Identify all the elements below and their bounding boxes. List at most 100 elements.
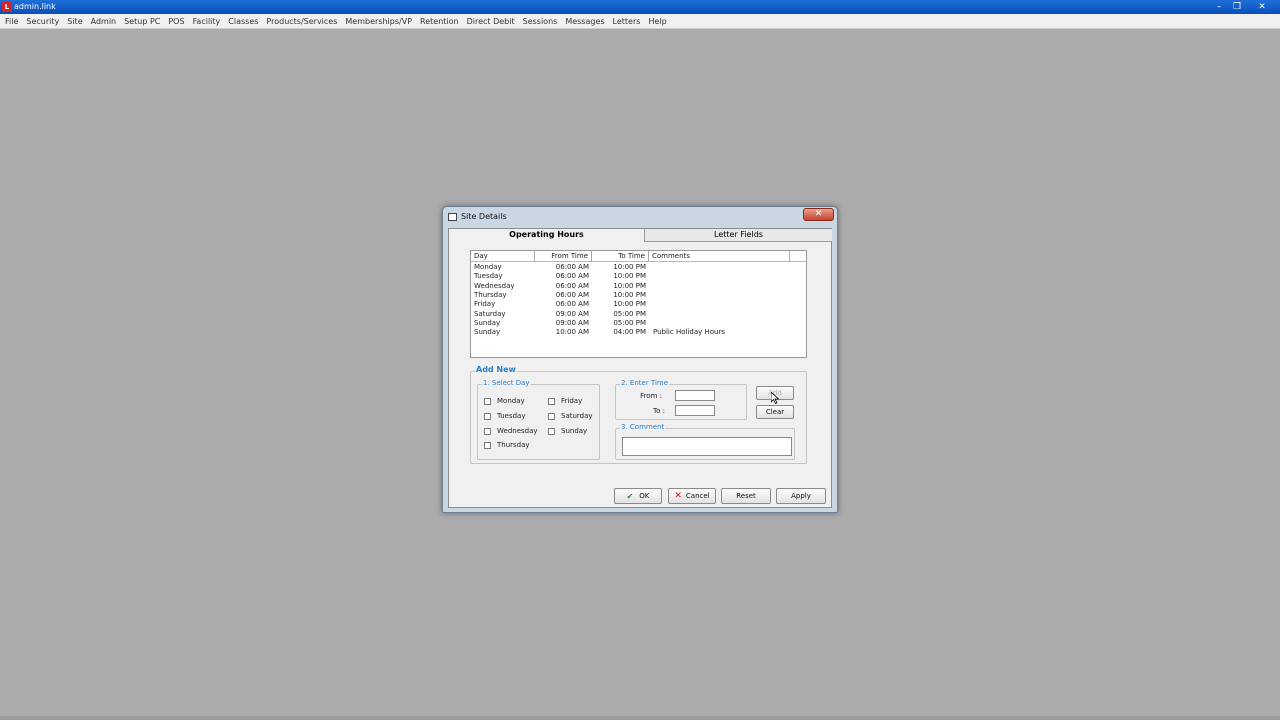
checkbox-monday[interactable]: Monday <box>484 397 525 405</box>
comment-group: 3. Comment <box>615 423 795 460</box>
cell-from-time: 06:00 AM <box>555 263 589 271</box>
from-time-input[interactable] <box>675 390 715 401</box>
cell-from-time: 06:00 AM <box>555 300 589 309</box>
checkbox-label: Tuesday <box>497 412 526 420</box>
menu-letters[interactable]: Letters <box>609 17 645 26</box>
app-titlebar: L admin.link – ❐ ✕ <box>0 0 1280 14</box>
clear-button[interactable]: Clear <box>756 405 794 419</box>
column-header-from-time[interactable]: From Time <box>535 251 592 262</box>
checkbox-thursday[interactable]: Thursday <box>484 441 530 449</box>
cell-day: Monday <box>474 263 502 271</box>
checkbox-tuesday[interactable]: Tuesday <box>484 412 525 420</box>
table-row[interactable]: Friday 06:00 AM 10:00 PM <box>471 300 806 309</box>
menu-file[interactable]: File <box>1 17 22 26</box>
menu-sessions[interactable]: Sessions <box>519 17 562 26</box>
ok-button[interactable]: ✔ OK <box>614 488 662 504</box>
cell-to-time: 05:00 PM <box>613 309 646 318</box>
cell-from-time: 09:00 AM <box>555 309 589 318</box>
checkbox-label: Monday <box>497 397 525 405</box>
maximize-button[interactable]: ❐ <box>1230 1 1244 13</box>
list-header: Day From Time To Time Comments <box>471 251 806 262</box>
menu-site[interactable]: Site <box>63 17 86 26</box>
table-row[interactable]: Thursday 06:00 AM 10:00 PM <box>471 291 806 300</box>
menu-direct-debit[interactable]: Direct Debit <box>463 17 519 26</box>
checkbox-sunday[interactable]: Sunday <box>548 427 587 435</box>
comment-label: 3. Comment <box>620 423 666 431</box>
checkbox-label: Thursday <box>497 441 530 449</box>
dialog-title: Site Details <box>461 212 507 221</box>
checkbox-label: Saturday <box>561 412 593 420</box>
column-header-comments[interactable]: Comments <box>649 251 790 262</box>
add-new-group: Add New 1. Select Day Monday Tuesday Wed… <box>470 365 807 464</box>
menu-products-services[interactable]: Products/Services <box>262 17 341 26</box>
close-button[interactable]: ✕ <box>1255 1 1269 13</box>
to-time-input[interactable] <box>675 405 715 416</box>
tab-operating-hours[interactable]: Operating Hours <box>449 229 644 242</box>
menu-retention[interactable]: Retention <box>416 17 463 26</box>
operating-hours-list[interactable]: Day From Time To Time Comments Monday 06:… <box>470 250 807 358</box>
to-time-label: To : <box>653 407 665 415</box>
column-header-to-time[interactable]: To Time <box>592 251 649 262</box>
apply-button[interactable]: Apply <box>776 488 826 504</box>
table-row[interactable]: Monday 06:00 AM 10:00 PM <box>471 263 806 272</box>
bottom-strip <box>0 716 1280 720</box>
checkbox-label: Friday <box>561 397 583 405</box>
reset-button[interactable]: Reset <box>721 488 771 504</box>
checkbox-box[interactable] <box>548 427 555 435</box>
checkbox-box[interactable] <box>548 397 555 405</box>
from-time-label: From : <box>640 392 662 400</box>
app-logo-icon: L <box>2 2 12 12</box>
cell-to-time: 05:00 PM <box>613 318 646 327</box>
cell-day: Thursday <box>474 290 507 299</box>
menu-classes[interactable]: Classes <box>224 17 262 26</box>
add-new-label: Add New <box>475 365 517 374</box>
checkbox-saturday[interactable]: Saturday <box>548 412 593 420</box>
menu-admin[interactable]: Admin <box>87 17 121 26</box>
menu-help[interactable]: Help <box>644 17 670 26</box>
checkbox-label: Sunday <box>561 427 588 435</box>
cell-from-time: 06:00 AM <box>555 281 589 290</box>
cell-day: Friday <box>474 300 496 309</box>
checkbox-wednesday[interactable]: Wednesday <box>484 427 538 435</box>
checkbox-box[interactable] <box>548 412 555 420</box>
cell-to-time: 10:00 PM <box>613 263 646 271</box>
tab-letter-fields[interactable]: Letter Fields <box>644 229 832 242</box>
checkbox-friday[interactable]: Friday <box>548 397 582 405</box>
cell-to-time: 10:00 PM <box>613 300 646 309</box>
table-row[interactable]: Sunday 10:00 AM 04:00 PM Public Holiday Hou… <box>471 328 806 337</box>
cancel-button-label: Cancel <box>685 492 710 500</box>
menu-bar: File Security Site Admin Setup PC POS Fa… <box>0 14 1280 29</box>
comment-input[interactable] <box>622 437 792 456</box>
minimize-button[interactable]: – <box>1212 1 1226 13</box>
menu-setup-pc[interactable]: Setup PC <box>120 17 164 26</box>
column-header-day[interactable]: Day <box>471 251 535 262</box>
checkbox-box[interactable] <box>484 412 491 420</box>
site-details-dialog: Site Details ✕ Operating Hours Letter Fi… <box>442 206 838 513</box>
cancel-x-icon: ✕ <box>674 491 682 501</box>
cell-to-time: 10:00 PM <box>613 290 646 299</box>
checkbox-box[interactable] <box>484 441 491 449</box>
cell-from-time: 06:00 AM <box>555 272 589 281</box>
checkbox-box[interactable] <box>484 427 491 435</box>
cell-day: Sunday <box>474 318 501 327</box>
dialog-window-icon <box>448 213 457 221</box>
cell-from-time: 09:00 AM <box>555 318 589 327</box>
menu-memberships-vp[interactable]: Memberships/VP <box>341 17 416 26</box>
select-day-group: 1. Select Day Monday Tuesday Wednesday T… <box>477 379 600 460</box>
table-row[interactable]: Wednesday 06:00 AM 10:00 PM <box>471 282 806 291</box>
checkbox-box[interactable] <box>484 397 491 405</box>
menu-messages[interactable]: Messages <box>561 17 608 26</box>
menu-security[interactable]: Security <box>22 17 63 26</box>
menu-pos[interactable]: POS <box>164 17 188 26</box>
cell-from-time: 10:00 AM <box>555 328 589 337</box>
cell-comment: Public Holiday Hours <box>653 328 725 337</box>
table-row[interactable]: Tuesday 06:00 AM 10:00 PM <box>471 272 806 281</box>
cell-day: Sunday <box>474 328 501 337</box>
dialog-body: Operating Hours Letter Fields Day From T… <box>448 228 832 508</box>
cell-day: Saturday <box>474 309 506 318</box>
menu-facility[interactable]: Facility <box>189 17 225 26</box>
table-row[interactable]: Sunday 09:00 AM 05:00 PM <box>471 319 806 328</box>
dialog-close-button[interactable]: ✕ <box>803 208 834 221</box>
table-row[interactable]: Saturday 09:00 AM 05:00 PM <box>471 310 806 319</box>
cancel-button[interactable]: ✕ Cancel <box>668 488 716 504</box>
